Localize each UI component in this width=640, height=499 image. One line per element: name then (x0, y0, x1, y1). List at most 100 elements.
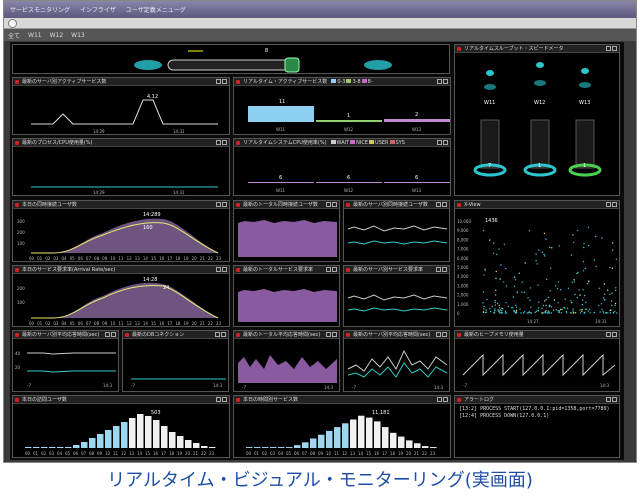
active-service-line (31, 99, 218, 125)
x-tick: 12 (342, 451, 348, 456)
window-circle-icon[interactable] (8, 19, 17, 28)
service-flow-bar: 8 (12, 44, 450, 74)
x-tick: 10 (105, 451, 111, 456)
minimize-icon[interactable] (216, 202, 221, 207)
maximize-icon[interactable] (442, 202, 447, 207)
db-connections-chart: -7 14:3 (131, 378, 226, 388)
x-tick: 10 (326, 451, 332, 456)
maximize-icon[interactable] (612, 202, 617, 207)
minimize-icon[interactable] (105, 332, 110, 337)
minimize-icon[interactable] (326, 332, 331, 337)
x-tick: 02 (45, 321, 51, 326)
xlog-point (498, 309, 500, 312)
x-tick: 13 (135, 321, 141, 326)
x-tick: 10 (110, 256, 116, 261)
server-response2-chart: -7 14:3 (347, 349, 448, 390)
panel-title: 本日の訪問ユーザ数 (22, 397, 67, 403)
xlog-point (569, 312, 572, 314)
maximize-icon[interactable] (222, 140, 227, 145)
maximize-icon[interactable] (612, 397, 617, 402)
hour-bar (430, 447, 437, 448)
maximize-icon[interactable] (442, 332, 447, 337)
x-tick: 14:3 (103, 383, 112, 388)
maximize-icon[interactable] (222, 202, 227, 207)
process-cpu-panel: 最新のプロセス/CPU使用量(%) 14:29 14:31 (12, 138, 230, 196)
xlog-point (547, 310, 550, 312)
xlog-point (485, 311, 488, 313)
xlog-point (520, 312, 522, 314)
xlog-point (489, 239, 491, 241)
y-tick: 1,000 (457, 302, 469, 307)
xlog-point (550, 306, 552, 308)
maximize-icon[interactable] (443, 79, 448, 84)
minimize-icon[interactable] (436, 267, 441, 272)
x-tick: 16 (159, 256, 165, 261)
xlog-point (534, 311, 536, 314)
minimize-icon[interactable] (216, 79, 221, 84)
minimize-icon[interactable] (326, 202, 331, 207)
maximize-icon[interactable] (332, 332, 337, 337)
panel-title: 本日の同時接続ユーザ数 (22, 202, 77, 208)
minimize-icon[interactable] (326, 267, 331, 272)
xlog-point (515, 304, 517, 306)
xlog-point (513, 285, 516, 287)
minimize-icon[interactable] (606, 202, 611, 207)
maximize-icon[interactable] (111, 332, 116, 337)
maximize-icon[interactable] (442, 267, 447, 272)
maximize-icon[interactable] (332, 267, 337, 272)
minimize-icon[interactable] (437, 79, 442, 84)
tab-w11[interactable]: W11 (28, 32, 42, 39)
maximize-icon[interactable] (332, 202, 337, 207)
server-users-chart (347, 225, 448, 245)
xlog-point (495, 277, 497, 280)
xlog-point (549, 290, 551, 292)
tab-w12[interactable]: W12 (50, 32, 64, 39)
xlog-point (572, 312, 574, 314)
maximize-icon[interactable] (612, 332, 617, 337)
xlog-point (581, 308, 583, 311)
annotation: 24 (163, 285, 169, 291)
maximize-icon[interactable] (222, 267, 227, 272)
minimize-icon[interactable] (216, 397, 221, 402)
minimize-icon[interactable] (606, 397, 611, 402)
legend-swatch (330, 140, 336, 144)
xlog-point (529, 311, 531, 313)
maximize-icon[interactable] (612, 46, 617, 51)
minimize-icon[interactable] (437, 140, 442, 145)
menu-item-infra[interactable]: インフライザ (80, 5, 116, 14)
minimize-icon[interactable] (437, 397, 442, 402)
maximize-icon[interactable] (222, 79, 227, 84)
minimize-icon[interactable] (436, 202, 441, 207)
alert-log-panel: アラートログ [13:2] PROCESS START(127.0.0.1:pi… (454, 395, 620, 458)
maximize-icon[interactable] (443, 397, 448, 402)
maximize-icon[interactable] (221, 332, 226, 337)
minimize-icon[interactable] (606, 332, 611, 337)
server-requests-panel: 最新のサーバ別サービス要求率 (343, 265, 450, 327)
minimize-icon[interactable] (216, 267, 221, 272)
minimize-icon[interactable] (215, 332, 220, 337)
maximize-icon[interactable] (443, 140, 448, 145)
minimize-icon[interactable] (436, 332, 441, 337)
active-service-panel: 最新のサーバ別アクティブサービス数 4.12 14:29 14:31 (12, 77, 230, 135)
dashboard: 8 リアルタイムスループット・スピードメータ W11 W12 W13 7 1 1… (10, 42, 624, 460)
x-tick: 16 (159, 321, 165, 326)
menu-item-user-menu[interactable]: ユーザ定義メニューグ (126, 5, 186, 14)
total-users-chart (238, 220, 337, 257)
x-tick: 21 (200, 321, 206, 326)
minimize-icon[interactable] (216, 140, 221, 145)
ball-w11 (486, 70, 494, 76)
x-tick: 14:3 (434, 385, 443, 390)
ring-w11 (484, 84, 496, 90)
tab-all[interactable]: 全て (8, 31, 20, 40)
menu-item-monitoring[interactable]: サービスモニタリング (10, 5, 70, 14)
realtime-active-panel: リアルタイム・アクティブサービス数 0-3 3-8 8- 11 1 2 W11 W1… (233, 77, 451, 135)
xlog-point (538, 249, 540, 251)
maximize-icon[interactable] (222, 397, 227, 402)
tab-w13[interactable]: W13 (71, 32, 85, 39)
xlog-point (598, 304, 600, 307)
minimize-icon[interactable] (606, 46, 611, 51)
xlog-point (587, 226, 590, 228)
xlog-point (527, 312, 530, 314)
x-tick: 17 (382, 451, 388, 456)
speedometer-title: リアルタイムスループット・スピードメータ (464, 46, 564, 52)
